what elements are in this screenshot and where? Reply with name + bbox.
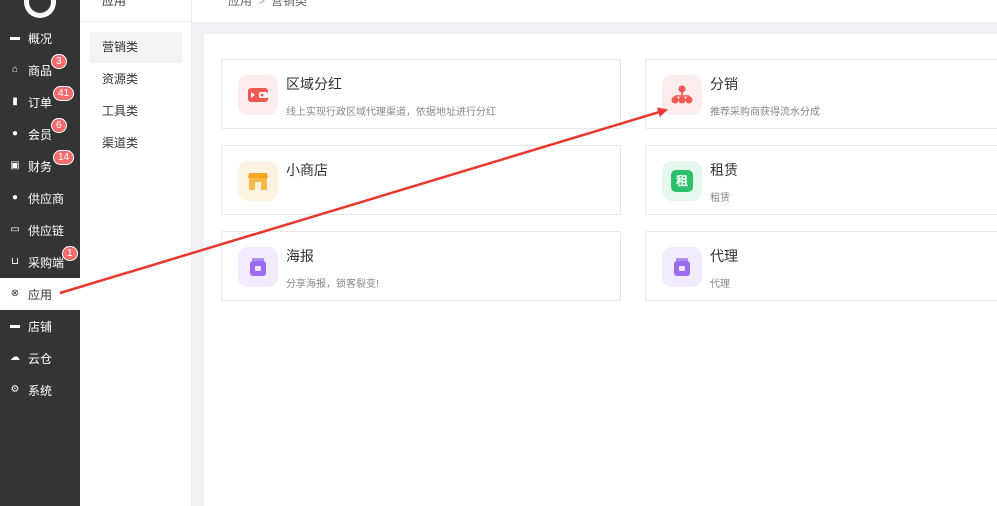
count-badge: 3: [51, 54, 67, 69]
count-badge: 41: [53, 86, 75, 101]
logo-icon: [24, 0, 56, 18]
subnav-title: 应用: [102, 0, 127, 8]
shop-icon: [238, 161, 278, 201]
card-title: 分销: [710, 76, 738, 92]
count-badge: 14: [53, 150, 75, 165]
sidebar-item-label: 财务: [28, 159, 53, 174]
store-icon: ▬: [10, 320, 20, 331]
subnav-item-marketing[interactable]: 营销类: [90, 32, 182, 63]
sub-sidebar: 应用 营销类 资源类 工具类 渠道类: [80, 0, 192, 506]
sidebar-item-members[interactable]: ● 会员 6: [0, 118, 80, 150]
breadcrumb-root[interactable]: 应用: [228, 0, 252, 8]
cart-icon: ⊔: [11, 256, 19, 267]
card-description: 代理: [710, 279, 730, 290]
sidebar-item-cloud-warehouse[interactable]: ☁ 云仓: [0, 342, 80, 374]
apps-icon: ⊗: [10, 288, 20, 299]
subnav-item-resources[interactable]: 资源类: [90, 64, 182, 95]
sidebar-item-overview[interactable]: ▬ 概况: [0, 22, 80, 54]
sidebar-item-label: 应用: [28, 287, 53, 302]
sidebar-item-label: 概况: [28, 31, 53, 46]
card-description: 分享海报，锁客裂变!: [286, 279, 379, 290]
clipboard-icon: ▮: [12, 96, 18, 107]
rent-icon-text: 租: [671, 170, 693, 192]
bag-icon: ⌂: [11, 64, 19, 75]
card-title: 小商店: [286, 162, 328, 178]
divider: [80, 21, 192, 22]
jar-icon: [662, 247, 702, 287]
card-title: 租赁: [710, 162, 738, 178]
cloud-icon: ☁: [10, 352, 20, 363]
main-content: 区域分红 线上实现行政区域代理渠道，依据地址进行分红 分销 推荐采购商获得流水分…: [204, 34, 997, 506]
sidebar-item-label: 会员: [28, 127, 53, 142]
app-card-rental[interactable]: 租 租赁 租赁: [645, 145, 997, 215]
top-bar: 应用 > 营销类: [192, 0, 997, 22]
card-title: 海报: [286, 248, 314, 264]
card-description: 租赁: [710, 193, 730, 204]
sidebar-item-apps[interactable]: ⊗ 应用: [0, 278, 80, 310]
wallet-icon: ▣: [10, 160, 20, 171]
sidebar-item-system[interactable]: ⚙ 系统: [0, 374, 80, 406]
main-sidebar: ▬ 概况 ⌂ 商品 3 ▮ 订单 41 ● 会员 6 ▣ 财务 14 ● 供应商…: [0, 0, 80, 506]
sidebar-item-goods[interactable]: ⌂ 商品 3: [0, 54, 80, 86]
app-card-distribution[interactable]: 分销 推荐采购商获得流水分成: [645, 59, 997, 129]
supplier-icon: ●: [11, 192, 19, 203]
card-description: 推荐采购商获得流水分成: [710, 107, 820, 118]
network-icon: [662, 75, 702, 115]
jar-icon: [238, 247, 278, 287]
breadcrumb-separator: >: [258, 0, 266, 8]
sidebar-item-store[interactable]: ▬ 店铺: [0, 310, 80, 342]
sidebar-item-label: 订单: [28, 95, 53, 110]
sidebar-item-label: 供应商: [28, 191, 65, 206]
sidebar-item-label: 系统: [28, 383, 53, 398]
app-card-mini-shop[interactable]: 小商店: [221, 145, 621, 215]
app-card-agent[interactable]: 代理 代理: [645, 231, 997, 301]
app-card-regional-dividend[interactable]: 区域分红 线上实现行政区域代理渠道，依据地址进行分红: [221, 59, 621, 129]
sidebar-item-orders[interactable]: ▮ 订单 41: [0, 86, 80, 118]
subnav-item-tools[interactable]: 工具类: [90, 96, 182, 127]
wallet-icon: [238, 75, 278, 115]
sidebar-item-suppliers[interactable]: ● 供应商: [0, 182, 80, 214]
count-badge: 1: [62, 246, 78, 261]
sidebar-item-purchase[interactable]: ⊔ 采购端 1: [0, 246, 80, 278]
app-card-poster[interactable]: 海报 分享海报，锁客裂变!: [221, 231, 621, 301]
card-title: 代理: [710, 248, 738, 264]
sidebar-item-label: 店铺: [28, 319, 53, 334]
subnav-item-channels[interactable]: 渠道类: [90, 128, 182, 159]
rent-icon: 租: [662, 161, 702, 201]
breadcrumb: 应用 > 营销类: [228, 0, 307, 9]
breadcrumb-current: 营销类: [271, 0, 308, 8]
monitor-icon: ▬: [10, 32, 20, 43]
user-icon: ●: [11, 128, 19, 139]
count-badge: 6: [51, 118, 67, 133]
sidebar-item-label: 云仓: [28, 351, 53, 366]
sidebar-item-label: 采购端: [28, 255, 65, 270]
sidebar-item-label: 供应链: [28, 223, 65, 238]
sidebar-item-label: 商品: [28, 63, 53, 78]
gear-icon: ⚙: [10, 384, 20, 395]
sidebar-item-finance[interactable]: ▣ 财务 14: [0, 150, 80, 182]
card-title: 区域分红: [286, 76, 342, 92]
sidebar-item-supply-chain[interactable]: ▭ 供应链: [0, 214, 80, 246]
card-description: 线上实现行政区域代理渠道，依据地址进行分红: [286, 107, 496, 118]
truck-icon: ▭: [10, 224, 20, 235]
